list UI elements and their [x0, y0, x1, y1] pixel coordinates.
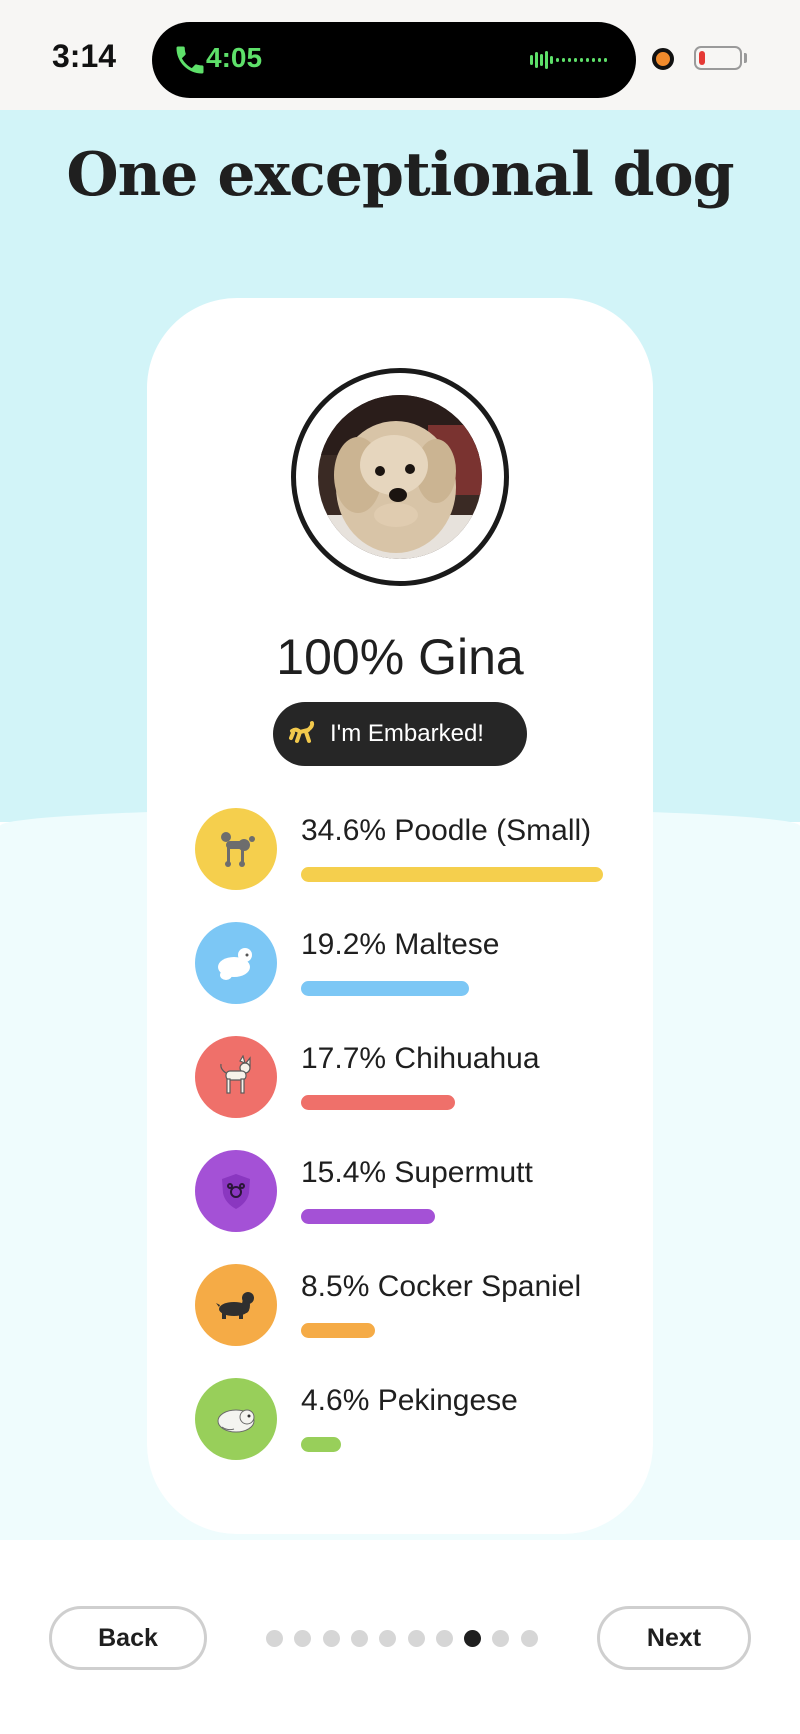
embarked-badge[interactable]: I'm Embarked!: [273, 702, 527, 766]
breed-percentage-bar: [301, 981, 469, 996]
page-dot: [322, 1630, 340, 1647]
breed-label: 34.6% Poodle (Small): [301, 814, 592, 847]
dynamic-island-call[interactable]: 4:05: [152, 22, 636, 98]
footer-navigation: Back Next: [0, 1540, 800, 1734]
breed-row-supermutt[interactable]: 15.4% Supermutt: [195, 1150, 615, 1240]
page-dot: [407, 1630, 425, 1647]
badge-label: I'm Embarked!: [330, 720, 484, 747]
breed-label: 19.2% Maltese: [301, 928, 500, 961]
page-title: One exceptional dog: [66, 140, 734, 210]
breed-label: 8.5% Cocker Spaniel: [301, 1270, 582, 1303]
call-duration: 4:05: [206, 42, 263, 73]
breed-row-chihuahua[interactable]: 17.7% Chihuahua: [195, 1036, 615, 1126]
audio-waveform-icon: [530, 51, 607, 69]
breed-percentage-bar: [301, 1209, 435, 1224]
page-dot: [435, 1630, 453, 1647]
page-dot: [294, 1630, 312, 1647]
page-dot: [492, 1630, 510, 1647]
breed-label: 17.7% Chihuahua: [301, 1042, 540, 1075]
breed-row-maltese[interactable]: 19.2% Maltese: [195, 922, 615, 1012]
page-dot: [379, 1630, 397, 1647]
breed-percentage-bar: [301, 1323, 375, 1338]
battery-level: [699, 51, 705, 65]
poodle-icon: [195, 808, 277, 890]
dog-name: 100% Gina: [276, 629, 524, 685]
page-dot: [350, 1630, 368, 1647]
avatar-ring: [291, 368, 509, 586]
breed-percentage-bar: [301, 867, 603, 882]
page-dot: [520, 1630, 538, 1647]
pekingese-icon: [195, 1378, 277, 1460]
breed-label: 15.4% Supermutt: [301, 1156, 533, 1189]
breed-row-cocker-spaniel[interactable]: 8.5% Cocker Spaniel: [195, 1264, 615, 1354]
status-bar: 3:14 4:05: [0, 0, 800, 110]
battery-icon: [694, 46, 742, 70]
breed-row-pekingese[interactable]: 4.6% Pekingese: [195, 1378, 615, 1468]
next-button[interactable]: Next: [597, 1606, 751, 1670]
phone-icon: [176, 46, 204, 74]
back-button[interactable]: Back: [49, 1606, 207, 1670]
balloon-dog-icon: [289, 721, 315, 743]
maltese-icon: [195, 922, 277, 1004]
breed-row-poodle[interactable]: 34.6% Poodle (Small): [195, 808, 615, 898]
cocker-spaniel-icon: [195, 1264, 277, 1346]
breed-percentage-bar: [301, 1095, 455, 1110]
battery-tip: [744, 53, 747, 63]
dog-photo-image: [318, 395, 482, 559]
chihuahua-icon: [195, 1036, 277, 1118]
supermutt-shield-icon: [195, 1150, 277, 1232]
breed-percentage-bar: [301, 1437, 341, 1452]
microphone-indicator: [652, 48, 674, 70]
page-dot-active: [464, 1630, 482, 1647]
status-clock: 3:14: [52, 38, 117, 74]
dog-photo: [318, 395, 482, 559]
breed-label: 4.6% Pekingese: [301, 1384, 518, 1417]
dog-profile-card: 100% Gina I'm Embarked! 34.6% Poodle (Sm…: [147, 298, 653, 1534]
page-dot: [266, 1630, 283, 1647]
